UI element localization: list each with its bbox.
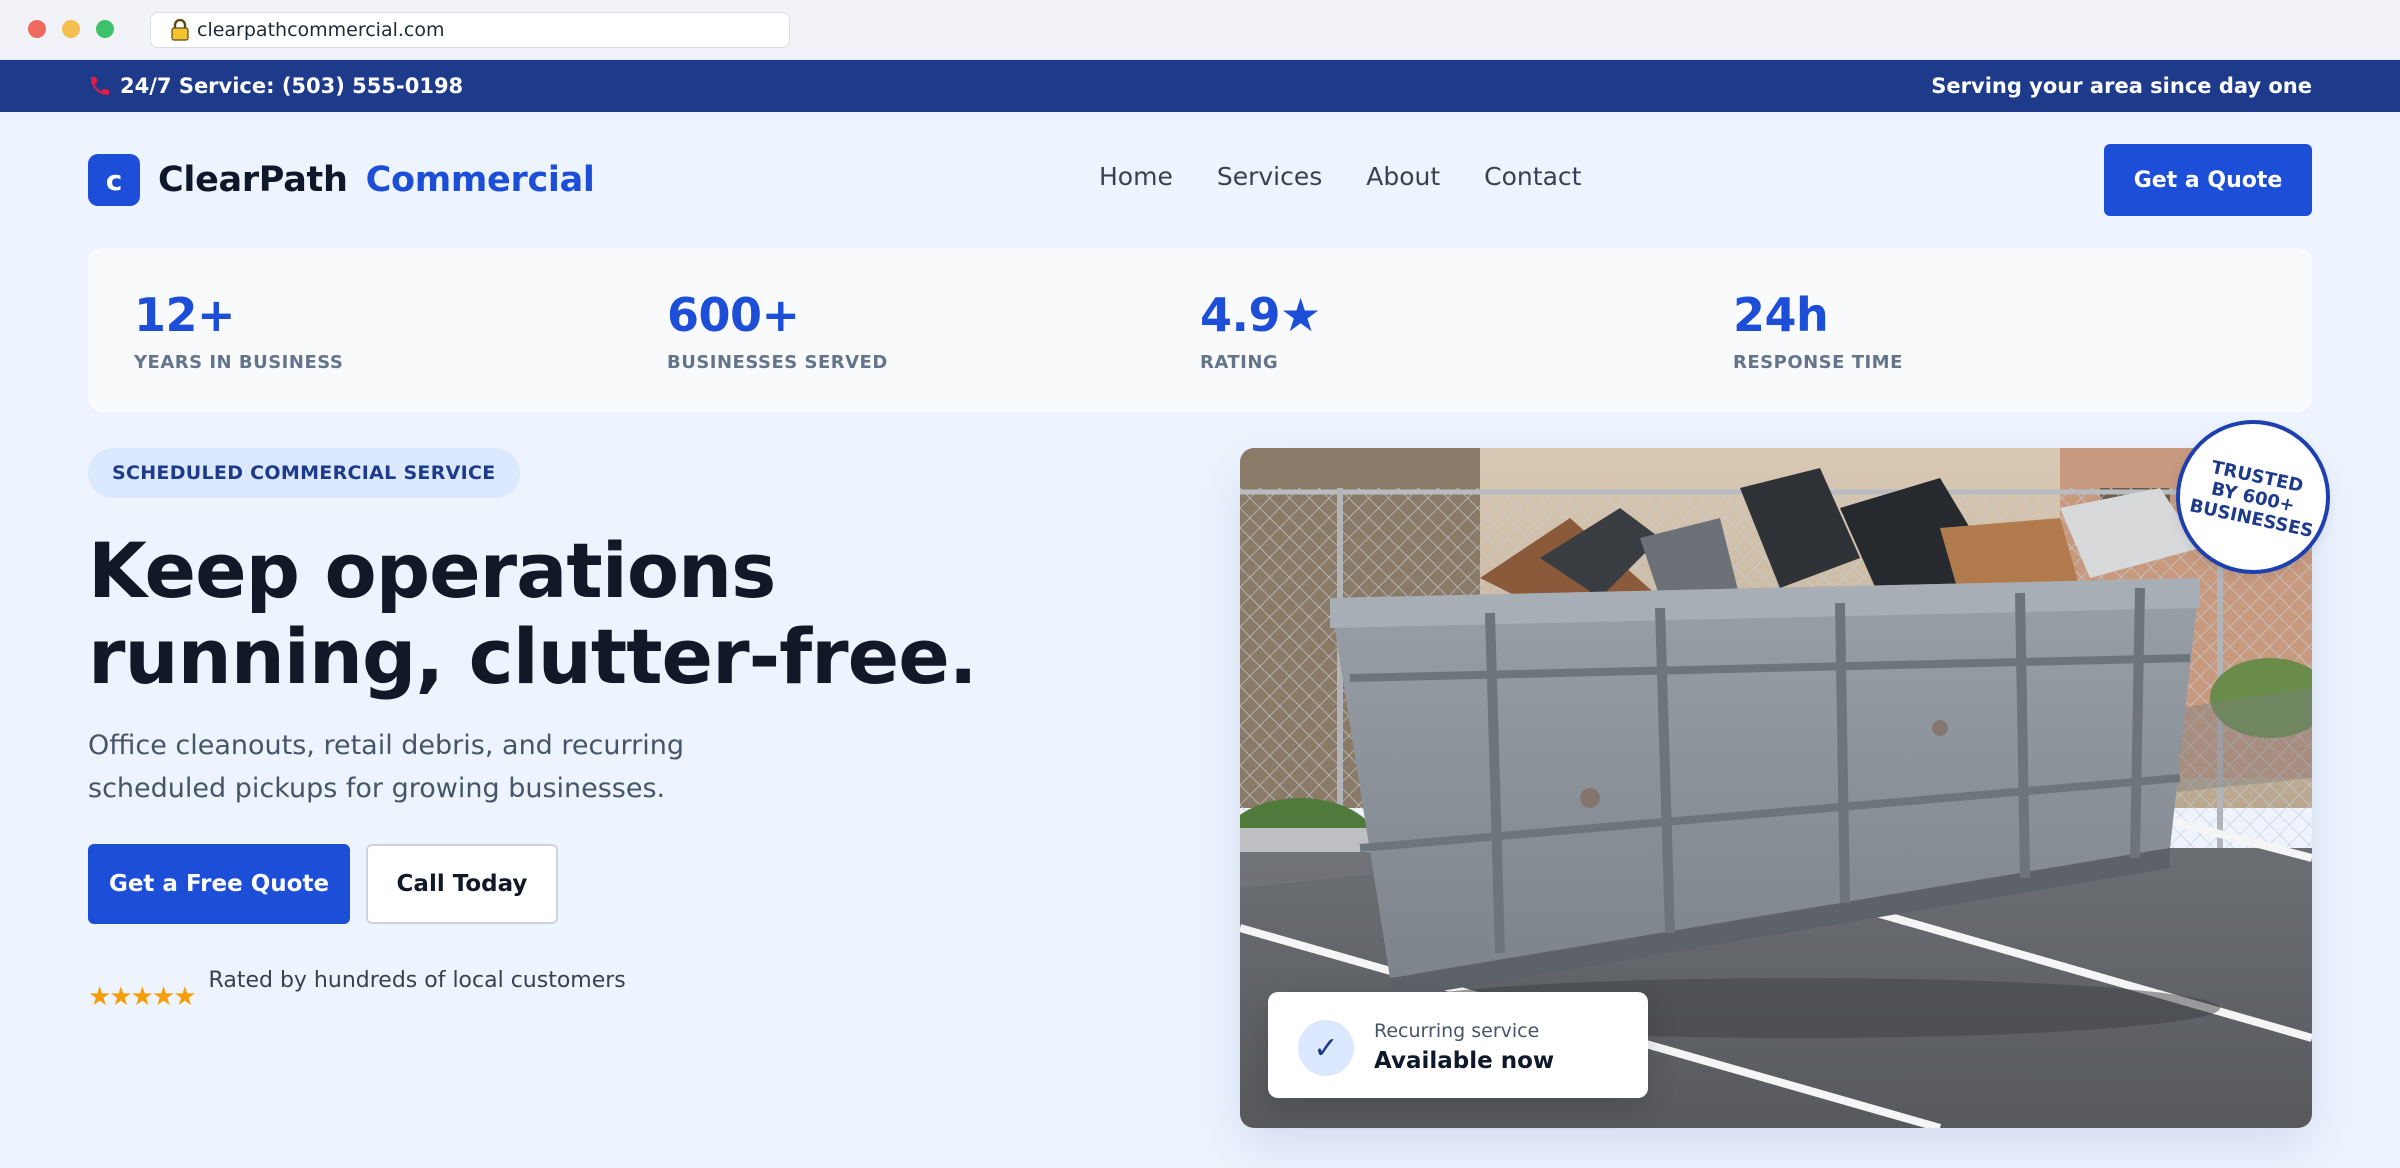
logo-mark: c	[88, 154, 140, 206]
badge-text: TRUSTED BY 600+ BUSINESSES	[2187, 456, 2316, 542]
nav-about[interactable]: About	[1366, 162, 1440, 191]
stat-label: RESPONSE TIME	[1733, 352, 1903, 373]
lock-icon	[171, 18, 189, 41]
stats-bar: 12+ YEARS IN BUSINESS 600+ BUSINESSES SE…	[88, 248, 2312, 412]
phone-text: 24/7 Service: (503) 555-0198	[120, 74, 464, 98]
hero-subtitle: Office cleanouts, retail debris, and rec…	[88, 730, 684, 804]
hero-title: Keep operations running, clutter-free.	[88, 528, 1088, 700]
nav-contact[interactable]: Contact	[1484, 162, 1581, 191]
hero-title-line1: Keep operations	[88, 526, 776, 615]
status-value: Available now	[1374, 1048, 1555, 1074]
stat-label: YEARS IN BUSINESS	[134, 352, 344, 373]
star-rating-icon: ★★★★★	[88, 982, 197, 1012]
free-quote-button[interactable]: Get a Free Quote	[88, 844, 350, 924]
close-window-button[interactable]	[28, 20, 46, 38]
stat-label: BUSINESSES SERVED	[667, 352, 888, 373]
stat-response: 24h RESPONSE TIME	[1733, 290, 1903, 373]
rating-row: ★★★★★ Rated by hundreds of local custome…	[88, 968, 626, 1012]
stat-value: 4.9★	[1200, 288, 1321, 342]
url-text: clearpathcommercial.com	[197, 19, 445, 41]
status-card: ✓ Recurring service Available now	[1268, 992, 1648, 1098]
stat-years: 12+ YEARS IN BUSINESS	[134, 290, 343, 373]
check-icon: ✓	[1298, 1020, 1354, 1076]
brand-logo[interactable]: c ClearPath Commercial	[88, 154, 595, 206]
stat-rating: 4.9★ RATING	[1200, 290, 1321, 373]
top-info-bar: 24/7 Service: (503) 555-0198 Serving you…	[0, 60, 2400, 112]
phone-icon	[88, 74, 112, 98]
hero-title-line2: running, clutter-free.	[88, 612, 978, 701]
stat-label: RATING	[1200, 352, 1279, 373]
brand-name: ClearPath	[158, 160, 348, 200]
browser-chrome: clearpathcommercial.com	[0, 0, 2400, 60]
phone-link[interactable]: 24/7 Service: (503) 555-0198	[88, 60, 463, 112]
maximize-window-button[interactable]	[96, 20, 114, 38]
rating-text: Rated by hundreds of local customers	[208, 968, 626, 993]
stat-value: 12+	[134, 288, 236, 342]
get-quote-button[interactable]: Get a Quote	[2104, 144, 2312, 216]
status-label: Recurring service	[1374, 1020, 1540, 1042]
call-today-button[interactable]: Call Today	[366, 844, 558, 924]
nav-home[interactable]: Home	[1099, 162, 1173, 191]
stat-value: 600+	[667, 288, 800, 342]
main-nav: Home Services About Contact	[1099, 162, 1581, 191]
minimize-window-button[interactable]	[62, 20, 80, 38]
service-pill: SCHEDULED COMMERCIAL SERVICE	[88, 448, 520, 498]
stat-value: 24h	[1733, 288, 1829, 342]
topbar-tagline: Serving your area since day one	[1931, 74, 2312, 98]
stat-businesses: 600+ BUSINESSES SERVED	[667, 290, 888, 373]
nav-services[interactable]: Services	[1217, 162, 1322, 191]
brand-accent: Commercial	[365, 160, 595, 200]
address-bar[interactable]: clearpathcommercial.com	[150, 12, 790, 48]
